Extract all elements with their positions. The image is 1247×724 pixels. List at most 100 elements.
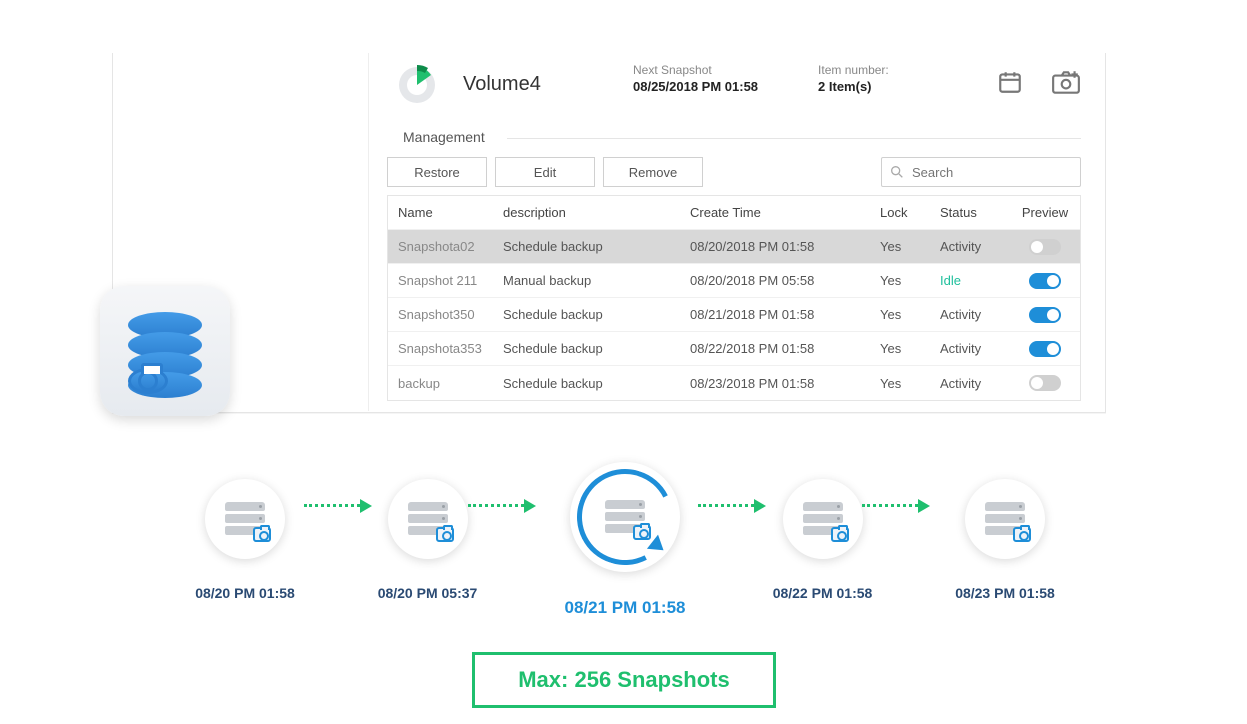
cell-name: Snapshota02 [388, 239, 493, 254]
cell-create-time: 08/20/2018 PM 01:58 [680, 239, 870, 254]
restore-button[interactable]: Restore [387, 157, 487, 187]
cell-create-time: 08/23/2018 PM 01:58 [680, 376, 870, 391]
col-name[interactable]: Name [388, 205, 493, 220]
cell-status: Activity [930, 341, 1010, 356]
server-icon [408, 502, 448, 536]
cell-lock: Yes [870, 273, 930, 288]
cell-preview [1010, 375, 1080, 391]
app-icon [100, 286, 230, 416]
cell-status: Activity [930, 307, 1010, 322]
snapshot-node-icon [965, 479, 1045, 559]
volume-pie-icon [395, 63, 439, 107]
camera-icon [1013, 527, 1031, 542]
timeline-label: 08/20 PM 05:37 [378, 585, 478, 601]
timeline-node[interactable]: 08/22 PM 01:58 [768, 479, 878, 601]
preview-toggle[interactable] [1029, 375, 1061, 391]
cell-create-time: 08/20/2018 PM 05:58 [680, 273, 870, 288]
calendar-icon[interactable] [997, 69, 1023, 100]
snapshot-node-icon [570, 462, 680, 572]
camera-icon [633, 525, 651, 540]
preview-toggle[interactable] [1029, 341, 1061, 357]
timeline-label: 08/23 PM 01:58 [955, 585, 1055, 601]
item-count-block: Item number: 2 Item(s) [818, 63, 889, 94]
cell-preview [1010, 273, 1080, 289]
next-snapshot-label: Next Snapshot [633, 63, 758, 77]
cell-description: Schedule backup [493, 239, 680, 254]
cell-description: Schedule backup [493, 341, 680, 356]
cell-status: Idle [930, 273, 1010, 288]
snapshot-node-icon [388, 479, 468, 559]
timeline-node[interactable]: 08/20 PM 01:58 [190, 479, 300, 601]
timeline-arrow [304, 504, 366, 507]
timeline-node[interactable]: 08/23 PM 01:58 [950, 479, 1060, 601]
search-wrap [881, 157, 1081, 187]
preview-toggle[interactable] [1029, 239, 1061, 255]
cell-preview [1010, 239, 1080, 255]
cell-description: Schedule backup [493, 307, 680, 322]
section-heading: Management [387, 129, 1081, 147]
timeline-node[interactable]: 08/20 PM 05:37 [373, 479, 483, 601]
timeline-arrow [468, 504, 530, 507]
server-icon [803, 502, 843, 536]
snapshot-table: Name description Create Time Lock Status… [387, 195, 1081, 401]
cell-name: Snapshot350 [388, 307, 493, 322]
snapshot-node-icon [205, 479, 285, 559]
add-snapshot-icon[interactable] [1051, 69, 1081, 100]
table-header: Name description Create Time Lock Status… [388, 196, 1080, 230]
cell-description: Manual backup [493, 273, 680, 288]
preview-toggle[interactable] [1029, 273, 1061, 289]
timeline-label: 08/21 PM 01:58 [565, 598, 686, 618]
search-input[interactable] [881, 157, 1081, 187]
snapshot-panel: Volume4 Next Snapshot 08/25/2018 PM 01:5… [112, 53, 1106, 413]
col-status[interactable]: Status [930, 205, 1010, 220]
camera-badge-icon [128, 368, 168, 394]
preview-toggle[interactable] [1029, 307, 1061, 323]
cell-lock: Yes [870, 307, 930, 322]
edit-button[interactable]: Edit [495, 157, 595, 187]
cell-lock: Yes [870, 341, 930, 356]
server-icon [605, 500, 645, 534]
timeline-arrow [862, 504, 924, 507]
item-count-value: 2 Item(s) [818, 79, 889, 94]
timeline-label: 08/20 PM 01:58 [195, 585, 295, 601]
next-snapshot-value: 08/25/2018 PM 01:58 [633, 79, 758, 94]
cell-status: Activity [930, 239, 1010, 254]
volume-header: Volume4 Next Snapshot 08/25/2018 PM 01:5… [387, 53, 1081, 125]
server-icon [225, 502, 265, 536]
col-lock[interactable]: Lock [870, 205, 930, 220]
toolbar: Restore Edit Remove [387, 157, 1081, 187]
server-icon [985, 502, 1025, 536]
cell-create-time: 08/22/2018 PM 01:58 [680, 341, 870, 356]
panel-content: Volume4 Next Snapshot 08/25/2018 PM 01:5… [369, 53, 1105, 412]
timeline-arrow [698, 504, 760, 507]
cell-preview [1010, 341, 1080, 357]
col-create-time[interactable]: Create Time [680, 205, 870, 220]
snapshot-timeline: 08/20 PM 01:58 08/20 PM 05:37 08/21 PM 01:… [190, 462, 1060, 618]
cell-lock: Yes [870, 376, 930, 391]
next-snapshot-block: Next Snapshot 08/25/2018 PM 01:58 [633, 63, 758, 94]
cell-lock: Yes [870, 239, 930, 254]
timeline-node[interactable]: 08/21 PM 01:58 [555, 462, 695, 618]
snapshot-node-icon [783, 479, 863, 559]
camera-icon [253, 527, 271, 542]
table-row[interactable]: backupSchedule backup08/23/2018 PM 01:58… [388, 366, 1080, 400]
col-description[interactable]: description [493, 205, 680, 220]
cell-name: backup [388, 376, 493, 391]
cell-name: Snapshota353 [388, 341, 493, 356]
cell-create-time: 08/21/2018 PM 01:58 [680, 307, 870, 322]
cell-name: Snapshot 211 [388, 273, 493, 288]
table-row[interactable]: Snapshot350Schedule backup08/21/2018 PM … [388, 298, 1080, 332]
cell-preview [1010, 307, 1080, 323]
table-row[interactable]: Snapshota353Schedule backup08/22/2018 PM… [388, 332, 1080, 366]
cell-description: Schedule backup [493, 376, 680, 391]
camera-icon [436, 527, 454, 542]
volume-title: Volume4 [463, 73, 633, 96]
remove-button[interactable]: Remove [603, 157, 703, 187]
col-preview[interactable]: Preview [1010, 205, 1080, 220]
table-row[interactable]: Snapshota02Schedule backup08/20/2018 PM … [388, 230, 1080, 264]
max-snapshots-box: Max: 256 Snapshots [472, 652, 776, 708]
item-count-label: Item number: [818, 63, 889, 77]
table-row[interactable]: Snapshot 211Manual backup08/20/2018 PM 0… [388, 264, 1080, 298]
database-stack-icon [128, 312, 202, 390]
camera-icon [831, 527, 849, 542]
